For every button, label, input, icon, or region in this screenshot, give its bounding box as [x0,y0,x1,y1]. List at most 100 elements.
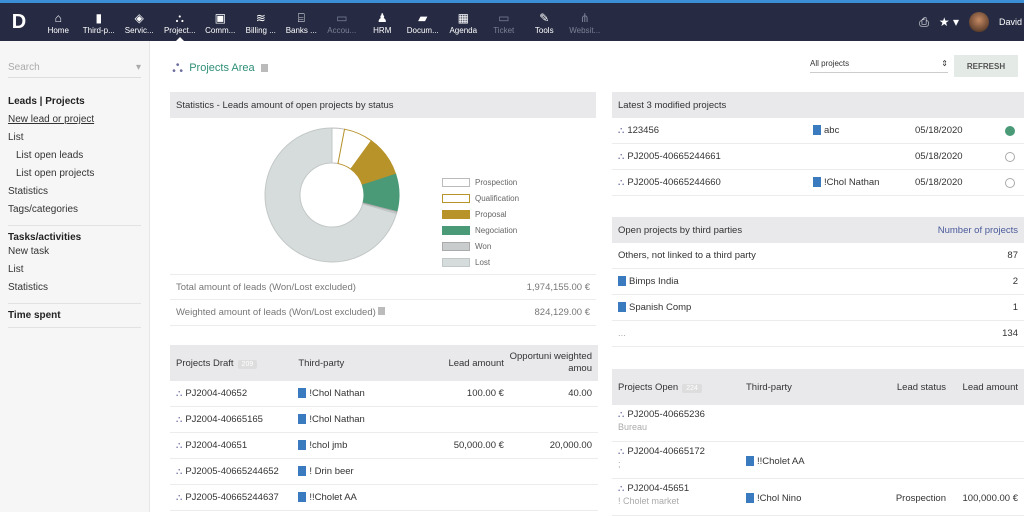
total-leads-row: Total amount of leads (Won/Lost excluded… [170,274,596,300]
nav-item-thirdp[interactable]: ▮ Third-p... [79,10,120,35]
third-party-link[interactable]: !Chol Nino [746,493,866,504]
third-party-link[interactable]: !!Cholet AA [746,456,866,467]
nav-item-tools[interactable]: ✎ Tools [524,10,565,35]
nav-item-project[interactable]: ⛬ Project... [160,10,201,41]
draft-title-text: Projects Draft [176,357,234,369]
sidebar-item-list[interactable]: List [8,129,141,147]
project-ref-link[interactable]: ⛬ PJ2005-40665236 Bureau [618,409,746,432]
third-party-name: !!Cholet AA [757,456,805,467]
nav-item-home[interactable]: ⌂ Home [38,10,79,35]
project-ref-link[interactable]: ⛬ PJ2005-40665244652 [176,466,298,477]
third-party-link[interactable]: Bimps India [618,276,679,287]
sidebar-item-statistics[interactable]: Statistics [8,183,141,201]
print-icon[interactable]: ⎙ [919,15,929,30]
latest-projects-panel: Latest 3 modified projects ⛬ 123456 abc 05/… [612,92,1024,196]
project-ref-link[interactable]: ⛬ 123456 [618,125,813,136]
col-number-projects[interactable]: Number of projects [938,225,1018,236]
network-icon: ⋔ [579,10,590,25]
project-ref: PJ2005-40665244637 [185,492,279,503]
project-ref: PJ2005-40665244652 [185,466,279,477]
building-icon: ▮ [95,10,103,25]
draft-rows: ⛬ PJ2004-40652 !Chol Nathan 100.00 €40.00 ⛬ P… [170,381,598,511]
project-ref-link[interactable]: ⛬ PJ2005-40665244661 [618,151,813,162]
third-party-link: ... [618,328,626,339]
third-party-link[interactable]: Spanish Comp [618,302,691,313]
third-party-link[interactable]: !chol jmb [298,440,406,451]
sidebar-item-list-open-leads[interactable]: List open leads [8,147,141,165]
nav-item-hrm[interactable]: ♟ HRM [362,10,403,35]
nav-menu: ⌂ Home ▮ Third-p... ◈ Servic... ⛬ Project... ▣ Co… [38,10,606,41]
nav-label: Servic... [124,25,154,35]
col-lead-status: Lead status [896,381,946,393]
project-ref: PJ2005-40665244661 [627,151,721,162]
third-party-link[interactable]: !Chol Nathan [298,388,406,399]
sitemap-icon: ⛬ [176,388,183,398]
weighted-label: Weighted amount of leads (Won/Lost exclu… [176,307,376,318]
project-label: Bureau [618,422,648,432]
nav-item-servic[interactable]: ◈ Servic... [119,10,160,35]
project-ref-link[interactable]: ⛬ PJ2004-40665172; [618,446,746,469]
legend-item-negociation: Negociation [442,222,519,238]
briefcase-icon: ▣ [214,10,226,25]
nav-item-agenda[interactable]: ▦ Agenda [443,10,484,35]
table-row: Bimps India 2 [612,269,1024,295]
nav-item-accou[interactable]: ▭ Accou... [322,10,363,35]
third-party-name: Others, not linked to a third party [618,250,756,261]
building-icon [746,456,754,467]
third-party-name: !Chol Nathan [824,177,880,188]
building-icon [618,302,626,313]
project-ref-link[interactable]: ⛬ PJ2004-40665165 [176,414,298,425]
nav-label: Ticket [493,25,515,35]
nav-label: Banks ... [285,25,317,35]
third-party-link[interactable]: !Chol Nathan [813,177,915,188]
sidebar-item-time-spent[interactable]: Time spent [8,310,141,321]
project-ref-link[interactable]: ⛬ PJ2005-40665244660 [618,177,813,188]
sidebar-item-tags[interactable]: Tags/categories [8,201,141,219]
third-party-link[interactable]: abc [813,125,915,136]
bookmark-star-icon[interactable]: ★ ▾ [939,15,959,29]
third-party-link[interactable]: ! Drin beer [298,466,406,477]
nav-item-websit[interactable]: ⋔ Websit... [565,10,606,35]
third-party-link[interactable]: !!Cholet AA [298,492,406,503]
nav-item-billing[interactable]: ≋ Billing ... [241,10,282,35]
main-content: ⛬ Projects Area All projects ⇕ REFRESH St… [150,41,1024,516]
project-ref-link[interactable]: ⛬ PJ2005-40665244637 [176,492,298,503]
project-ref-link[interactable]: ⛬ PJ2004-45651 ! Cholet market [618,483,746,506]
dolibarr-logo[interactable]: D [0,3,38,41]
chart-area: Prospection Qualification Proposal Negociat… [170,118,596,274]
project-count: 134 [1002,328,1018,339]
sidebar-item-new-task[interactable]: New task [8,243,141,261]
sidebar-item-list-open-projects[interactable]: List open projects [8,165,141,183]
user-name[interactable]: David [999,17,1022,27]
legend-swatch [442,177,470,187]
nav-item-ticket[interactable]: ▭ Ticket [484,10,525,35]
modified-date: 05/18/2020 [915,177,963,188]
project-filter-select[interactable]: All projects ⇕ [810,59,948,73]
page-title: ⛬ Projects Area [172,59,268,77]
draft-title: Projects Draft 209 [176,358,298,369]
sidebar-item-new-lead[interactable]: New lead or project [8,111,141,129]
table-row: ⛬ PJ2004-40665172; !!Cholet AA [612,442,1024,479]
avatar[interactable] [968,12,989,32]
building-icon [746,493,754,504]
sidebar-item-task-statistics[interactable]: Statistics [8,279,141,297]
nav-item-banks[interactable]: ⌸ Banks ... [281,10,322,35]
third-party-link[interactable]: !Chol Nathan [298,414,406,425]
sitemap-icon: ⛬ [618,151,625,161]
wrench-icon: ✎ [539,10,550,25]
sitemap-icon: ⛬ [618,125,625,135]
search-input[interactable]: Search ▾ [8,58,141,78]
project-ref-link[interactable]: ⛬ PJ2004-40652 [176,388,298,399]
nav-item-docum[interactable]: ▰ Docum... [403,10,444,35]
sidebar-item-task-list[interactable]: List [8,261,141,279]
project-ref: PJ2004-40665172 [627,446,705,457]
table-row: ⛬ PJ2004-40652 !Chol Nathan 100.00 € 40.00 [170,381,598,407]
refresh-button[interactable]: REFRESH [954,55,1018,77]
lead-amount: 50,000.00 € [453,440,504,451]
nav-item-comm[interactable]: ▣ Comm... [200,10,241,35]
project-count: 1 [1012,302,1018,313]
sitemap-icon: ⛬ [618,483,625,493]
status-open-icon [1005,125,1015,136]
project-ref-link[interactable]: ⛬ PJ2004-40651 [176,440,298,451]
open-title: Projects Open 224 [618,382,746,393]
